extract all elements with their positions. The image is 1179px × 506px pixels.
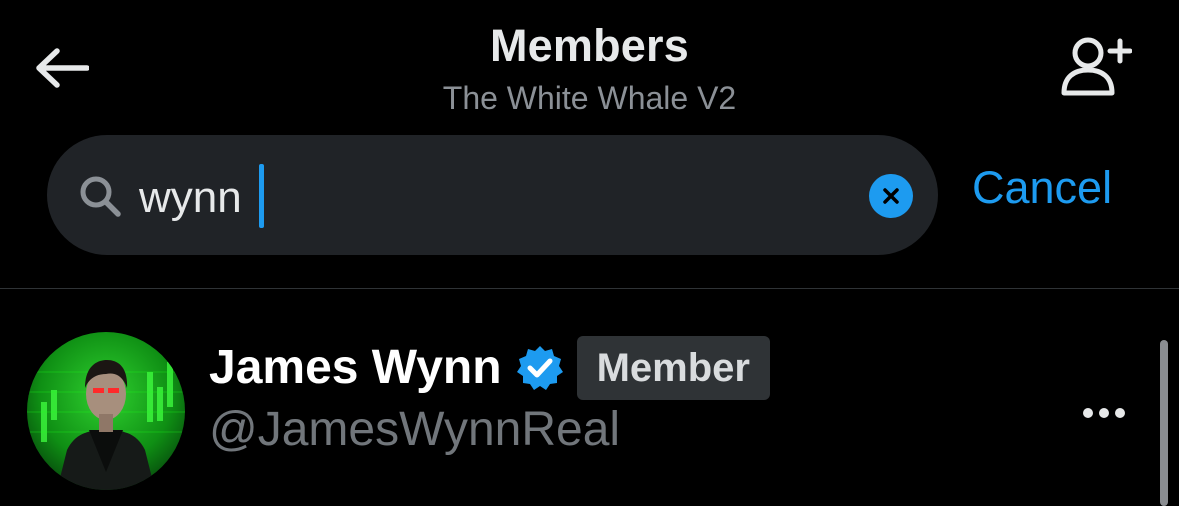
- more-icon-dot: [1099, 408, 1109, 418]
- avatar-image: [27, 332, 185, 490]
- page-title: Members: [490, 20, 689, 71]
- members-screen: Members The White Whale V2 wynn Cancel J…: [0, 0, 1179, 506]
- verified-badge-icon: [516, 346, 563, 390]
- add-member-button[interactable]: [1056, 30, 1136, 100]
- role-badge: Member: [576, 336, 770, 400]
- more-options-button[interactable]: [1074, 398, 1134, 428]
- member-list-item[interactable]: James Wynn Member @JamesWynnReal: [0, 290, 1179, 506]
- text-caret: [259, 164, 264, 228]
- avatar[interactable]: [27, 332, 185, 490]
- cancel-button[interactable]: Cancel: [972, 160, 1112, 216]
- scrollbar[interactable]: [1160, 340, 1168, 506]
- search-bar[interactable]: wynn: [47, 135, 938, 255]
- add-person-icon: [1061, 37, 1132, 96]
- member-name: James Wynn: [209, 341, 502, 394]
- arrow-left-icon: [36, 48, 89, 88]
- search-input[interactable]: wynn: [139, 165, 242, 231]
- clear-search-button[interactable]: [869, 174, 913, 218]
- divider: [0, 288, 1179, 289]
- header-titles: Members The White Whale V2: [0, 18, 1179, 118]
- back-button[interactable]: [30, 40, 92, 96]
- more-icon-dot: [1115, 408, 1125, 418]
- more-icon: [1083, 408, 1093, 418]
- page-subtitle: The White Whale V2: [442, 80, 737, 116]
- clear-icon: [883, 188, 899, 204]
- member-handle: @JamesWynnReal: [209, 403, 621, 456]
- search-icon: [80, 176, 121, 217]
- member-name-line: James Wynn Member: [209, 336, 770, 400]
